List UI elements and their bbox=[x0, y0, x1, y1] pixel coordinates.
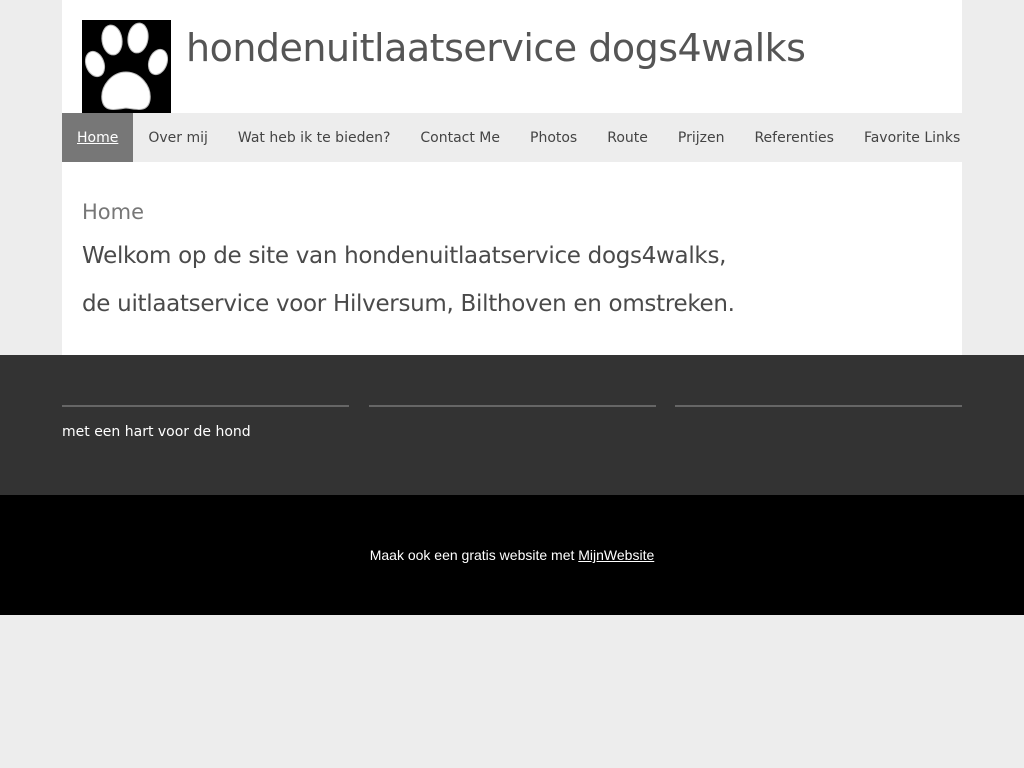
nav-item-over-mij[interactable]: Over mij bbox=[133, 113, 223, 162]
main-navigation: Home Over mij Wat heb ik te bieden? Cont… bbox=[62, 113, 962, 162]
footer-column-2 bbox=[369, 405, 656, 407]
main-content: Home Welkom op de site van hondenuitlaat… bbox=[62, 162, 962, 355]
nav-item-contact-me[interactable]: Contact Me bbox=[405, 113, 515, 162]
site-title[interactable]: hondenuitlaatservice dogs4walks bbox=[186, 26, 806, 70]
powered-by-label: Maak ook een gratis website met bbox=[369, 547, 579, 563]
welcome-text-line-1: Welkom op de site van hondenuitlaatservi… bbox=[82, 243, 727, 269]
footer-column-1: met een hart voor de hond bbox=[62, 405, 349, 440]
nav-item-referenties[interactable]: Referenties bbox=[739, 113, 848, 162]
powered-by-text: Maak ook een gratis website met MijnWebs… bbox=[0, 547, 1024, 563]
powered-by-bar: Maak ook een gratis website met MijnWebs… bbox=[0, 495, 1024, 615]
nav-item-wat-heb-ik-te-bieden[interactable]: Wat heb ik te bieden? bbox=[223, 113, 405, 162]
nav-item-prijzen[interactable]: Prijzen bbox=[663, 113, 740, 162]
nav-item-route[interactable]: Route bbox=[592, 113, 663, 162]
site-header: hondenuitlaatservice dogs4walks bbox=[62, 0, 962, 113]
mijnwebsite-link[interactable]: MijnWebsite bbox=[578, 547, 654, 563]
site-footer: met een hart voor de hond bbox=[0, 355, 1024, 495]
welcome-text-line-2: de uitlaatservice voor Hilversum, Biltho… bbox=[82, 291, 735, 317]
nav-item-favorite-links[interactable]: Favorite Links bbox=[849, 113, 975, 162]
page-title: Home bbox=[82, 200, 145, 224]
nav-item-photos[interactable]: Photos bbox=[515, 113, 592, 162]
footer-tagline: met een hart voor de hond bbox=[62, 424, 251, 440]
paw-print-logo[interactable] bbox=[82, 20, 171, 113]
footer-column-3 bbox=[675, 405, 962, 407]
nav-item-home[interactable]: Home bbox=[62, 113, 134, 162]
